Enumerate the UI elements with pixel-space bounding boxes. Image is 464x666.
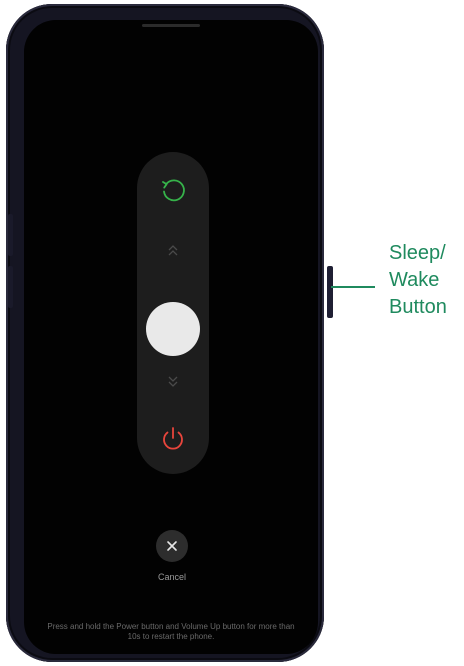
restart-button[interactable] xyxy=(155,172,191,208)
power-off-button[interactable] xyxy=(155,420,191,456)
close-icon xyxy=(167,541,177,551)
slider-knob[interactable] xyxy=(146,302,200,356)
callout-pointer-line xyxy=(331,286,375,288)
figure: Cancel Press and hold the Power button a… xyxy=(0,0,464,666)
restart-hint-text: Press and hold the Power button and Volu… xyxy=(47,622,295,641)
sleep-wake-button[interactable] xyxy=(327,266,333,318)
phone-screen: Cancel Press and hold the Power button a… xyxy=(24,20,318,654)
chevron-up-icon xyxy=(166,244,180,258)
phone-frame: Cancel Press and hold the Power button a… xyxy=(6,4,333,662)
volume-up-button[interactable] xyxy=(8,214,13,256)
chevron-down-icon xyxy=(166,374,180,388)
callout-label: Sleep/ Wake Button xyxy=(389,242,447,318)
power-icon xyxy=(163,427,183,450)
power-off-slider[interactable] xyxy=(137,152,209,474)
volume-down-button[interactable] xyxy=(8,266,13,308)
earpiece xyxy=(142,24,200,27)
cancel-button[interactable] xyxy=(156,530,188,562)
cancel-label: Cancel xyxy=(157,572,186,582)
restart-icon xyxy=(162,179,185,202)
